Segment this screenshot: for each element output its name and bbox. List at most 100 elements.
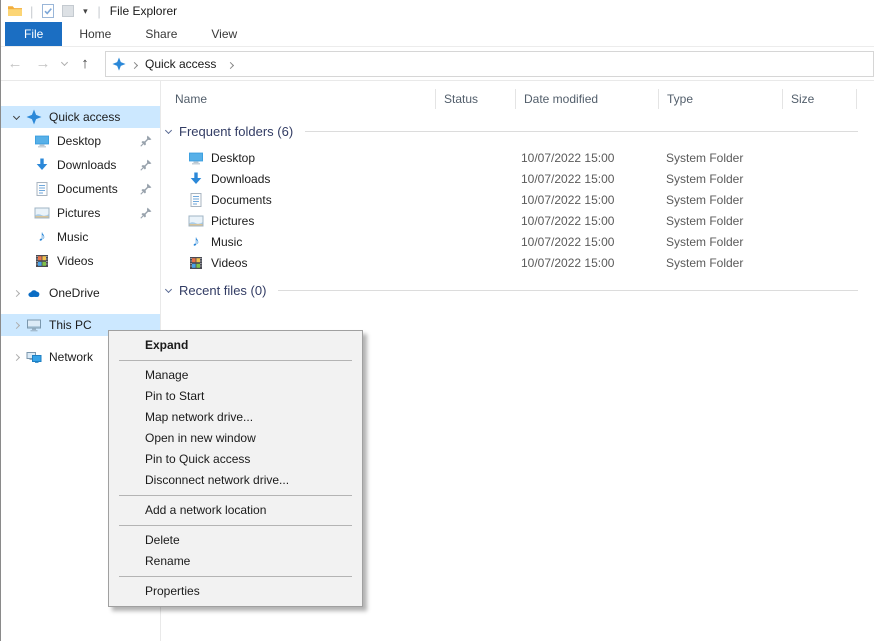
recent-locations-dropdown[interactable] xyxy=(57,62,71,65)
file-date-modified: 10/07/2022 15:00 xyxy=(515,256,658,270)
file-type: System Folder xyxy=(658,172,782,186)
group-label: Frequent folders (6) xyxy=(179,124,293,139)
file-date-modified: 10/07/2022 15:00 xyxy=(515,193,658,207)
file-name: Music xyxy=(211,235,242,249)
menu-item-delete[interactable]: Delete xyxy=(109,530,362,551)
breadcrumb-segment[interactable]: Quick access xyxy=(139,57,222,71)
downloads-icon xyxy=(188,171,204,187)
file-date-modified: 10/07/2022 15:00 xyxy=(515,172,658,186)
sidebar-item-label: Quick access xyxy=(49,110,120,124)
back-button[interactable]: ← xyxy=(1,55,29,72)
file-row-documents[interactable]: Documents 10/07/2022 15:00 System Folder xyxy=(161,189,874,210)
pin-icon[interactable] xyxy=(139,182,153,199)
documents-icon xyxy=(188,192,204,208)
quick-access-icon xyxy=(26,109,42,125)
file-type: System Folder xyxy=(658,256,782,270)
tab-file[interactable]: File xyxy=(5,22,62,46)
column-header-size[interactable]: Size xyxy=(782,89,857,109)
sidebar-item-documents[interactable]: Documents xyxy=(1,178,160,200)
desktop-icon xyxy=(188,150,204,166)
pin-icon[interactable] xyxy=(139,158,153,175)
desktop-icon xyxy=(34,133,50,149)
menu-item-add-network-location[interactable]: Add a network location xyxy=(109,500,362,521)
chevron-expanded-icon[interactable] xyxy=(12,112,19,119)
menu-item-expand[interactable]: Expand xyxy=(109,335,362,356)
sidebar-item-label: Downloads xyxy=(57,158,116,172)
pin-icon[interactable] xyxy=(139,206,153,223)
up-button[interactable]: ↑ xyxy=(71,55,99,72)
chevron-collapsed-icon[interactable] xyxy=(12,289,19,296)
onedrive-icon xyxy=(26,285,42,301)
menu-item-pin-to-start[interactable]: Pin to Start xyxy=(109,386,362,407)
sidebar-item-label: Documents xyxy=(57,182,118,196)
file-date-modified: 10/07/2022 15:00 xyxy=(515,214,658,228)
music-icon: ♪ xyxy=(188,234,204,250)
tab-home[interactable]: Home xyxy=(62,22,128,46)
address-bar[interactable]: Quick access xyxy=(105,51,874,77)
file-row-music[interactable]: ♪ Music 10/07/2022 15:00 System Folder xyxy=(161,231,874,252)
file-name: Desktop xyxy=(211,151,255,165)
title-bar: | ▾ | File Explorer xyxy=(1,0,874,22)
navigation-bar: ← → ↑ Quick access xyxy=(1,47,874,81)
file-row-pictures[interactable]: Pictures 10/07/2022 15:00 System Folder xyxy=(161,210,874,231)
menu-item-disconnect-network-drive[interactable]: Disconnect network drive... xyxy=(109,470,362,491)
sidebar-item-label: Music xyxy=(57,230,88,244)
file-row-videos[interactable]: Videos 10/07/2022 15:00 System Folder xyxy=(161,252,874,273)
column-header-status[interactable]: Status xyxy=(435,89,515,109)
qat-customize-dropdown[interactable]: ▾ xyxy=(78,6,92,17)
file-date-modified: 10/07/2022 15:00 xyxy=(515,235,658,249)
chevron-collapsed-icon[interactable] xyxy=(12,353,19,360)
file-name: Documents xyxy=(211,193,272,207)
menu-item-rename[interactable]: Rename xyxy=(109,551,362,572)
chevron-collapsed-icon[interactable] xyxy=(12,321,19,328)
pictures-icon xyxy=(34,205,50,221)
column-header-date-modified[interactable]: Date modified xyxy=(515,89,658,109)
column-headers: Name Status Date modified Type Size xyxy=(161,88,874,110)
group-rule xyxy=(278,290,858,291)
file-name: Videos xyxy=(211,256,247,270)
file-row-desktop[interactable]: Desktop 10/07/2022 15:00 System Folder xyxy=(161,147,874,168)
breadcrumb-chevron-icon xyxy=(131,61,138,68)
sidebar-item-music[interactable]: ♪ Music xyxy=(1,226,160,248)
qat-separator: | xyxy=(30,4,33,19)
menu-separator xyxy=(119,360,352,361)
file-type: System Folder xyxy=(658,193,782,207)
menu-item-manage[interactable]: Manage xyxy=(109,365,362,386)
group-header-frequent-folders[interactable]: Frequent folders (6) xyxy=(166,120,858,142)
sidebar-item-onedrive[interactable]: OneDrive xyxy=(1,282,160,304)
menu-item-pin-to-quick-access[interactable]: Pin to Quick access xyxy=(109,449,362,470)
file-row-downloads[interactable]: Downloads 10/07/2022 15:00 System Folder xyxy=(161,168,874,189)
sidebar-item-downloads[interactable]: Downloads xyxy=(1,154,160,176)
breadcrumb-chevron-icon[interactable] xyxy=(227,61,234,68)
sidebar-item-label: OneDrive xyxy=(49,286,100,300)
sidebar-item-desktop[interactable]: Desktop xyxy=(1,130,160,152)
sidebar-item-videos[interactable]: Videos xyxy=(1,250,160,272)
column-header-name[interactable]: Name xyxy=(161,89,435,109)
menu-item-open-in-new-window[interactable]: Open in new window xyxy=(109,428,362,449)
tab-view[interactable]: View xyxy=(194,22,254,46)
group-collapse-icon[interactable] xyxy=(165,126,172,133)
group-header-recent-files[interactable]: Recent files (0) xyxy=(166,279,858,301)
menu-item-map-network-drive[interactable]: Map network drive... xyxy=(109,407,362,428)
pictures-icon xyxy=(188,213,204,229)
tab-share[interactable]: Share xyxy=(128,22,194,46)
explorer-logo-icon xyxy=(5,2,25,20)
sidebar-item-pictures[interactable]: Pictures xyxy=(1,202,160,224)
window-title: File Explorer xyxy=(110,4,177,18)
sidebar-item-label: Videos xyxy=(57,254,93,268)
sidebar-item-quick-access[interactable]: Quick access xyxy=(1,106,160,128)
column-header-type[interactable]: Type xyxy=(658,89,782,109)
qat-properties-button[interactable] xyxy=(38,2,58,20)
menu-item-properties[interactable]: Properties xyxy=(109,581,362,602)
frequent-folders-list: Desktop 10/07/2022 15:00 System Folder D… xyxy=(161,147,874,273)
music-icon: ♪ xyxy=(34,229,50,245)
network-icon xyxy=(26,349,42,365)
sidebar-item-label: Network xyxy=(49,350,93,364)
group-collapse-icon[interactable] xyxy=(165,285,172,292)
videos-icon xyxy=(188,255,204,271)
file-type: System Folder xyxy=(658,235,782,249)
pin-icon[interactable] xyxy=(139,134,153,151)
file-name: Pictures xyxy=(211,214,254,228)
forward-button[interactable]: → xyxy=(29,55,57,72)
qat-new-folder-button[interactable] xyxy=(58,2,78,20)
